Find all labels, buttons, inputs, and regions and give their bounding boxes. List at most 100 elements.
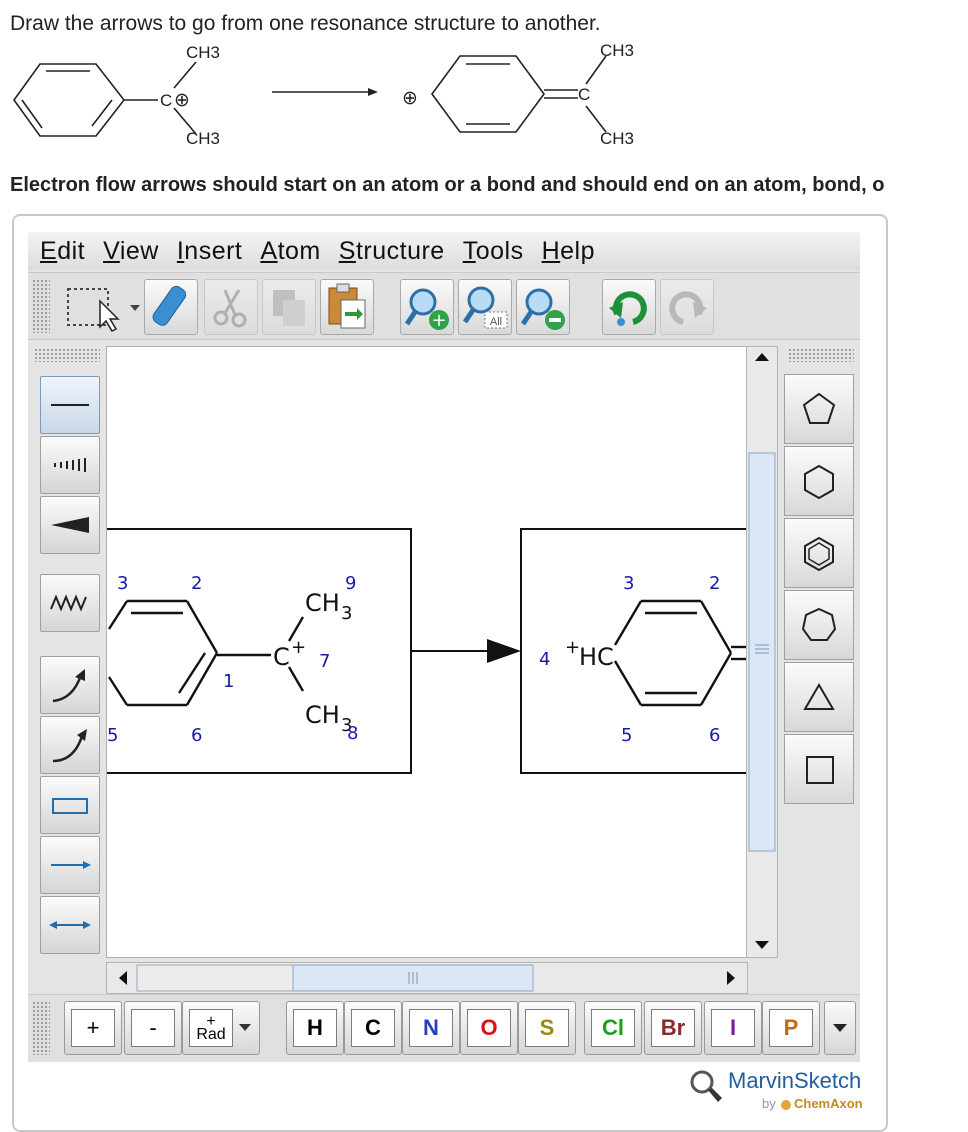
menu-edit[interactable]: Edit [40, 237, 85, 266]
drawing-canvas[interactable]: 3 2 9 CH 3 C + 7 1 CH 3 8 5 6 3 2 4 + HC [106, 346, 748, 958]
element-toolbar: + - + Rad H C N O S Cl Br I P [28, 994, 860, 1061]
menu-atom[interactable]: Atom [260, 237, 320, 266]
product-bottom-ch3: CH3 [600, 129, 634, 148]
pentagon-icon [802, 392, 836, 424]
element-o-button[interactable]: O [460, 1001, 518, 1055]
left-tools-grip[interactable] [34, 348, 100, 362]
element-symbol: N [423, 1015, 439, 1040]
reactant-cation-c: C [160, 91, 172, 110]
menu-insert[interactable]: Insert [177, 237, 243, 266]
element-br-button[interactable]: Br [644, 1001, 702, 1055]
hc-charge: + [565, 637, 580, 658]
cyclobutane-tool[interactable] [784, 734, 854, 804]
brand-name: MarvinSketch [728, 1068, 862, 1093]
decrease-charge-button[interactable]: - [124, 1001, 182, 1055]
copy-button[interactable] [262, 279, 316, 335]
wedge-bond-tool[interactable] [40, 496, 100, 554]
cyclopropane-tool[interactable] [784, 662, 854, 732]
copy-icon [273, 290, 305, 326]
element-n-button[interactable]: N [402, 1001, 460, 1055]
canvas-drawing: 3 2 9 CH 3 C + 7 1 CH 3 8 5 6 3 2 4 + HC [107, 528, 747, 774]
paste-button[interactable] [320, 279, 374, 335]
element-toolbar-grip[interactable] [32, 1001, 50, 1055]
triangle-icon [803, 683, 835, 710]
cut-button[interactable] [204, 279, 258, 335]
radical-button[interactable]: + Rad [182, 1001, 260, 1055]
element-i-button[interactable]: I [704, 1001, 762, 1055]
menu-tools[interactable]: Tools [463, 237, 524, 266]
product-top-ch3: CH3 [600, 41, 634, 60]
menu-structure[interactable]: Structure [339, 237, 445, 266]
atom-label-3: 3 [117, 573, 128, 594]
element-symbol: C [365, 1015, 381, 1040]
radical-label: Rad [196, 1026, 226, 1043]
paste-icon [328, 283, 366, 329]
vertical-scrollbar[interactable] [746, 346, 778, 958]
electron-pair-arrow-tool[interactable] [40, 716, 100, 774]
right-atom-label-6: 6 [709, 725, 720, 746]
chain-tool[interactable] [40, 574, 100, 632]
more-elements-button[interactable] [824, 1001, 856, 1055]
element-symbol: O [480, 1015, 498, 1040]
marvinsketch-brand: MarvinSketch by ChemAxon [688, 1066, 878, 1116]
product-center-c: C [578, 85, 590, 104]
rectangle-tool[interactable] [40, 776, 100, 834]
cycloheptane-tool[interactable] [784, 590, 854, 660]
element-h-button[interactable]: H [286, 1001, 344, 1055]
zoom-all-button[interactable]: All [458, 279, 512, 335]
single-bond-tool[interactable] [40, 376, 100, 434]
benzene-icon [804, 536, 834, 571]
magnifier-logo-icon [690, 1070, 722, 1102]
scroll-up-arrow-icon [755, 353, 769, 361]
chevron-down-icon [833, 1024, 847, 1032]
zoom-out-button[interactable] [516, 279, 570, 335]
brand-company: ChemAxon [794, 1096, 863, 1111]
product-ring-charge: ⊕ [402, 87, 418, 109]
hexagon-icon [804, 464, 834, 499]
heptagon-icon [801, 607, 837, 641]
single-electron-arrow-tool[interactable] [40, 656, 100, 714]
right-atom-label-3: 3 [623, 573, 634, 594]
menu-help[interactable]: Help [542, 237, 595, 266]
toolbar-grip[interactable] [32, 279, 50, 333]
fishhook-arrow-icon [52, 669, 85, 703]
curved-arrow-icon [52, 729, 87, 763]
rectangle-select-icon [67, 288, 140, 332]
vertical-scroll-thumb [748, 452, 776, 852]
element-cl-button[interactable]: Cl [584, 1001, 642, 1055]
undo-button[interactable] [602, 279, 656, 335]
atom-label-1: 1 [223, 671, 234, 692]
resonance-scheme: CH3 C ⊕ CH3 ⊕ CH3 C CH3 [13, 41, 634, 148]
question-prompt: Draw the arrows to go from one resonance… [10, 12, 601, 35]
svg-text:3: 3 [341, 603, 352, 624]
zoom-out-icon [520, 288, 565, 330]
element-symbol: Br [660, 1015, 686, 1040]
menu-view[interactable]: View [103, 237, 159, 266]
redo-button[interactable] [660, 279, 714, 335]
erase-button[interactable] [144, 279, 198, 335]
element-s-button[interactable]: S [518, 1001, 576, 1055]
element-symbol: I [729, 1015, 737, 1040]
select-tool-button[interactable] [60, 279, 144, 333]
main-toolbar: + All [28, 272, 860, 340]
zoom-in-button[interactable]: + [400, 279, 454, 335]
increase-charge-button[interactable]: + [64, 1001, 122, 1055]
element-p-button[interactable]: P [762, 1001, 820, 1055]
redo-icon [669, 291, 707, 325]
cyclopentane-tool[interactable] [784, 374, 854, 444]
cation-carbon: C [273, 643, 290, 671]
right-atom-label-2: 2 [709, 573, 720, 594]
scroll-left-arrow-icon [119, 971, 127, 985]
element-c-button[interactable]: C [344, 1001, 402, 1055]
benzene-tool[interactable] [784, 518, 854, 588]
reaction-arrow-tool[interactable] [40, 836, 100, 894]
horizontal-scrollbar[interactable] [106, 962, 748, 994]
cyclohexane-tool[interactable] [784, 446, 854, 516]
wedge-bond-icon [51, 517, 89, 533]
hashed-bond-tool[interactable] [40, 436, 100, 494]
resonance-arrow-tool[interactable] [40, 896, 100, 954]
ch3-top-label: CH [305, 589, 340, 617]
right-tools-grip[interactable] [788, 348, 854, 362]
eraser-icon [152, 285, 187, 326]
atom-label-2: 2 [191, 573, 202, 594]
